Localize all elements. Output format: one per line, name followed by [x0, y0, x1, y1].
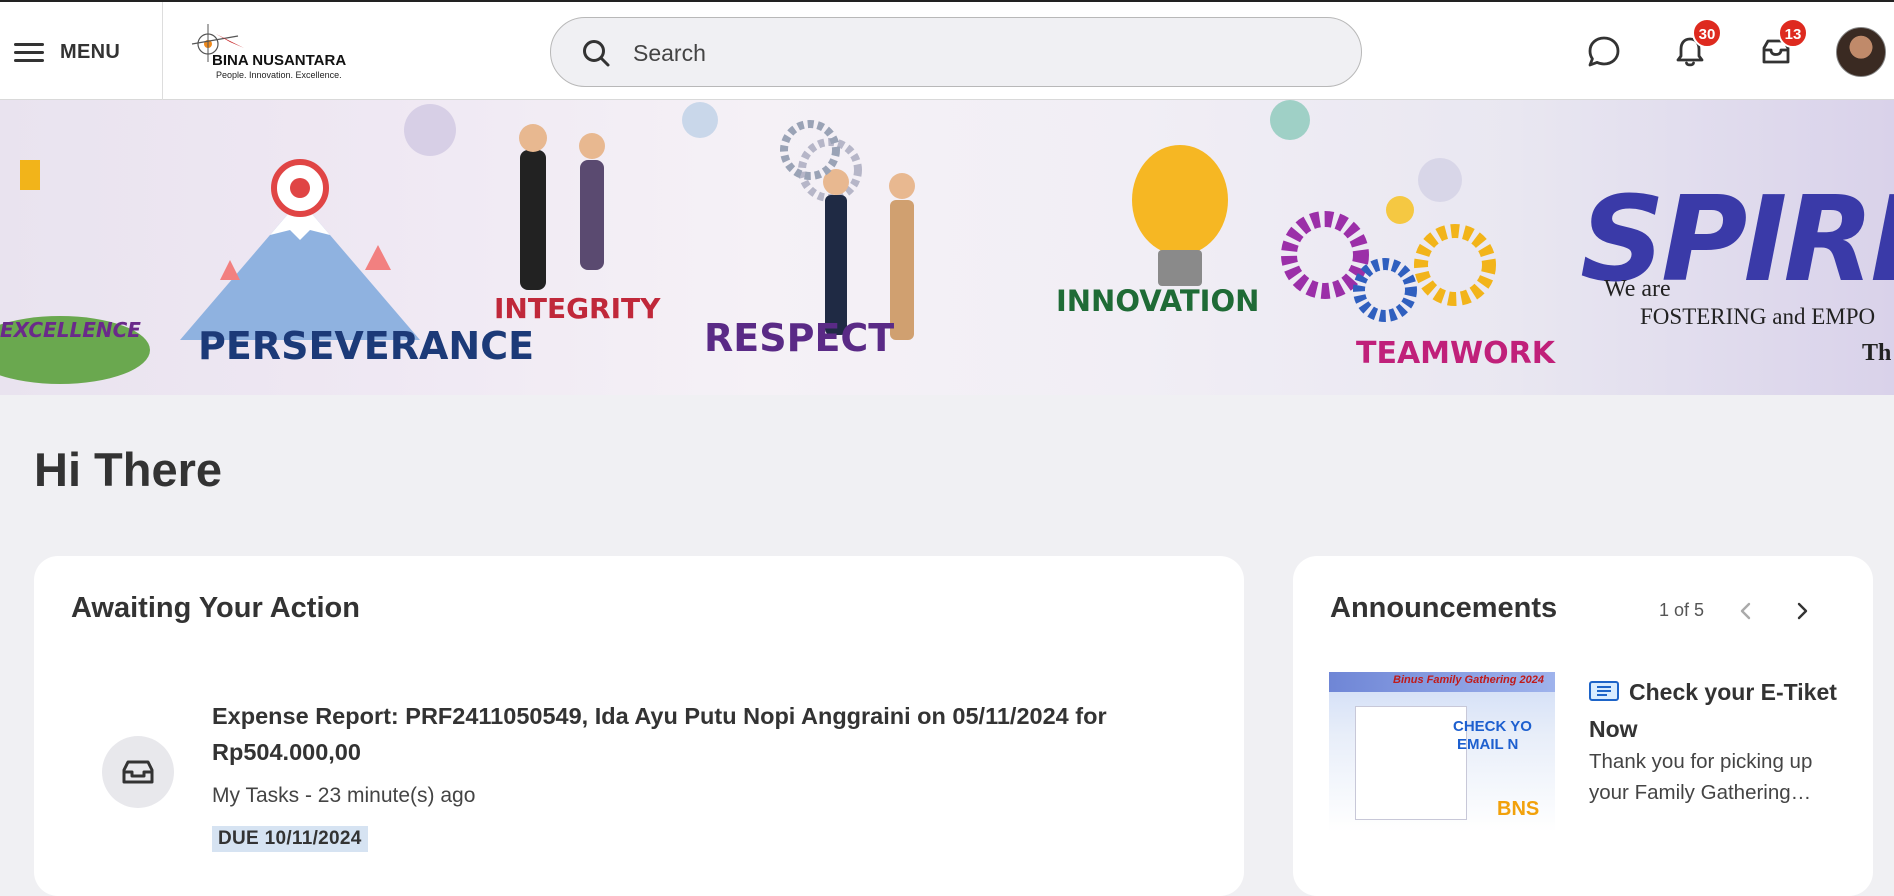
task-icon-wrap — [102, 736, 174, 808]
inbox-button[interactable]: 13 — [1756, 18, 1808, 72]
logo-tagline: People. Innovation. Excellence. — [216, 70, 342, 80]
search-icon — [583, 40, 610, 67]
thumbnail-line-1: CHECK YO — [1453, 718, 1532, 735]
thumbnail-brand: BNS — [1497, 798, 1540, 820]
notifications-badge: 30 — [1692, 18, 1722, 48]
chat-button[interactable] — [1584, 32, 1624, 72]
top-bar: MENU BINA NUSANTARA People. Innovation. … — [0, 0, 1894, 100]
chat-icon — [1588, 36, 1620, 67]
menu-label: MENU — [60, 40, 121, 63]
page-greeting: Hi There — [34, 443, 223, 496]
value-excellence: EXCELLENCE — [0, 318, 141, 342]
value-respect: RESPECT — [704, 316, 895, 360]
task-meta: My Tasks - 23 minute(s) ago — [212, 784, 476, 807]
announcement-thumbnail[interactable]: Binus Family Gathering 2024 CHECK YO EMA… — [1329, 672, 1555, 832]
announcements-title: Announcements — [1330, 592, 1558, 624]
logo-name: BINA NUSANTARA — [212, 52, 347, 69]
banner-tagline-2: FOSTERING and EMPO — [1640, 304, 1876, 329]
task-title[interactable]: Expense Report: PRF2411050549, Ida Ayu P… — [212, 698, 1172, 770]
thumbnail-line-2: EMAIL N — [1457, 736, 1519, 753]
value-perseverance: PERSEVERANCE — [198, 324, 535, 368]
notifications-button[interactable]: 30 — [1670, 18, 1722, 72]
thumbnail-document — [1355, 706, 1467, 820]
banner-tagline-3: Th — [1862, 340, 1892, 366]
inbox-tray-icon — [122, 760, 154, 784]
announcement-title[interactable]: Check your E-Tiket Now — [1589, 674, 1839, 748]
value-innovation: INNOVATION — [1056, 284, 1260, 318]
chevron-left-icon[interactable] — [1735, 600, 1757, 622]
announcement-body: Thank you for picking up your Family Gat… — [1589, 750, 1813, 804]
menu-button[interactable]: MENU — [14, 32, 120, 72]
announcements-pager: 1 of 5 — [1659, 600, 1705, 620]
inbox-badge: 13 — [1778, 18, 1808, 48]
value-teamwork: TEAMWORK — [1356, 336, 1555, 371]
banner-tagline-1: We are — [1604, 276, 1671, 302]
thumbnail-title: Binus Family Gathering 2024 — [1393, 674, 1544, 686]
user-avatar[interactable] — [1836, 27, 1886, 77]
value-integrity: INTEGRITY — [494, 292, 661, 325]
search-bar[interactable] — [550, 17, 1362, 87]
values-banner: EXCELLENCE PERSEVERANCE INTEGRITY RESPEC… — [0, 100, 1894, 395]
menu-divider — [162, 2, 163, 100]
chevron-right-icon[interactable] — [1791, 600, 1813, 622]
bina-nusantara-logo[interactable]: BINA NUSANTARA People. Innovation. Excel… — [186, 22, 346, 84]
task-due-badge: DUE 10/11/2024 — [212, 826, 368, 852]
awaiting-action-card: Awaiting Your Action Expense Report: PRF… — [34, 556, 1244, 896]
announcements-card: Announcements 1 of 5 Binus Family Gather… — [1293, 556, 1873, 896]
hamburger-icon — [14, 41, 44, 63]
awaiting-action-title: Awaiting Your Action — [71, 592, 360, 624]
search-input[interactable] — [631, 32, 1315, 74]
